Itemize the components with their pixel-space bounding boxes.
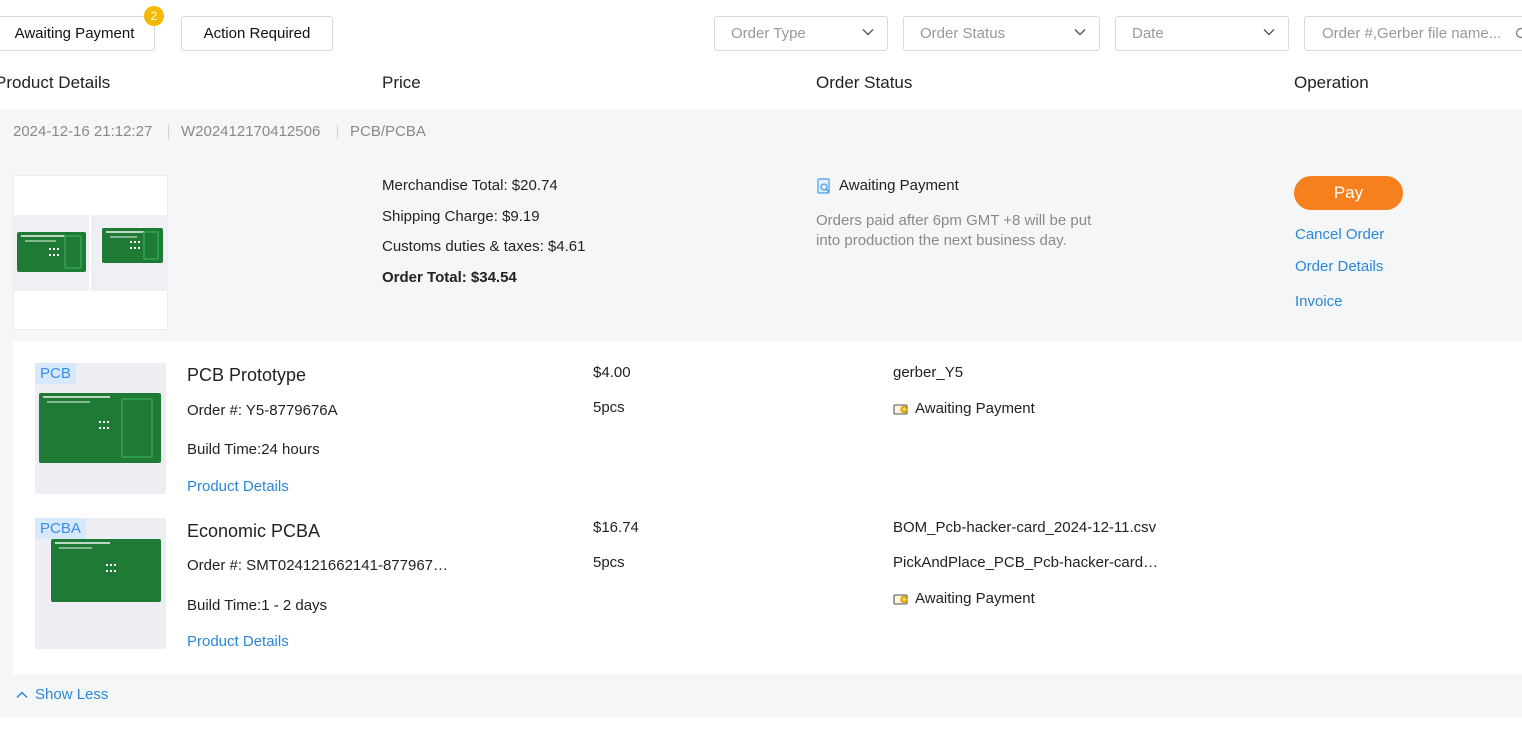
product-file-pick-and-place[interactable]: PickAndPlace_PCB_Pcb-hacker-card_2024-12… [893, 554, 1165, 571]
date-placeholder: Date [1132, 25, 1164, 42]
customs-duties: Customs duties & taxes: $4.61 [382, 238, 586, 255]
pcba-tag: PCBA [35, 518, 86, 539]
product-build-time: Build Time:1 - 2 days [187, 597, 328, 614]
chevron-down-icon [1263, 29, 1275, 36]
order-total: Order Total: $34.54 [382, 269, 517, 286]
divider [337, 125, 338, 139]
search-icon[interactable] [1515, 27, 1522, 41]
product-details-link[interactable]: Product Details [187, 633, 289, 650]
pay-button[interactable]: Pay [1294, 176, 1403, 210]
column-header-order-status: Order Status [816, 73, 913, 92]
board-preview-image [91, 215, 168, 291]
search-placeholder: Order #,Gerber file name... [1322, 25, 1502, 42]
order-datetime: 2024-12-16 21:12:27 [13, 123, 153, 140]
merchandise-total: Merchandise Total: $20.74 [382, 177, 558, 194]
product-title: Economic PCBA [187, 521, 321, 541]
product-order-number: Order #: Y5-8779676A [187, 402, 338, 419]
product-list [13, 341, 1522, 674]
search-input[interactable]: Order #,Gerber file name... [1304, 16, 1522, 51]
product-status: Awaiting Payment [893, 590, 1035, 607]
wallet-clock-icon [893, 593, 908, 605]
order-type-select[interactable]: Order Type [714, 16, 888, 51]
order-id: W202412170412506 [181, 123, 321, 140]
board-preview-image [14, 215, 89, 291]
divider [168, 125, 169, 139]
product-status-text: Awaiting Payment [915, 590, 1035, 607]
search-document-icon [817, 177, 830, 194]
column-header-price: Price [382, 73, 421, 92]
product-price: $16.74 [593, 519, 639, 536]
product-quantity: 5pcs [593, 554, 625, 571]
awaiting-payment-label: Awaiting Payment [14, 25, 135, 42]
production-note: Orders paid after 6pm GMT +8 will be put… [816, 212, 1092, 249]
action-required-label: Action Required [203, 25, 311, 42]
product-file-bom[interactable]: BOM_Pcb-hacker-card_2024-12-11.csv [893, 519, 1173, 536]
chevron-up-icon [16, 690, 28, 698]
awaiting-payment-count-badge: 2 [144, 6, 164, 26]
date-select[interactable]: Date [1115, 16, 1289, 51]
show-less-toggle[interactable]: Show Less [15, 686, 108, 703]
product-status-text: Awaiting Payment [915, 400, 1035, 417]
product-build-time: Build Time:24 hours [187, 441, 320, 458]
order-details-link[interactable]: Order Details [1295, 258, 1383, 275]
order-status-select[interactable]: Order Status [903, 16, 1100, 51]
order-category: PCB/PCBA [350, 123, 426, 140]
product-order-number: Order #: SMT024121662141-8779676A [187, 557, 449, 574]
order-status-text: Awaiting Payment [839, 177, 959, 194]
column-header-product-details: Product Details [0, 73, 111, 92]
order-status-placeholder: Order Status [920, 25, 1006, 42]
product-quantity: 5pcs [593, 399, 625, 416]
order-thumbnail [13, 175, 168, 330]
order-status: Awaiting Payment [816, 177, 959, 194]
action-required-tab[interactable]: Action Required [181, 16, 333, 51]
column-header-operation: Operation [1294, 73, 1369, 92]
pcb-tag: PCB [35, 363, 76, 384]
invoice-link[interactable]: Invoice [1295, 293, 1343, 310]
product-price: $4.00 [593, 364, 631, 381]
chevron-down-icon [862, 29, 874, 36]
product-details-link[interactable]: Product Details [187, 478, 289, 495]
wallet-clock-icon [893, 403, 908, 415]
shipping-charge: Shipping Charge: $9.19 [382, 208, 540, 225]
order-type-placeholder: Order Type [731, 25, 806, 42]
product-file[interactable]: gerber_Y5 [893, 364, 1173, 381]
cancel-order-link[interactable]: Cancel Order [1295, 226, 1384, 243]
show-less-label: Show Less [35, 686, 109, 703]
product-title: PCB Prototype [187, 365, 307, 385]
awaiting-payment-tab[interactable]: Awaiting Payment [0, 16, 155, 51]
chevron-down-icon [1074, 29, 1086, 36]
product-status: Awaiting Payment [893, 400, 1035, 417]
